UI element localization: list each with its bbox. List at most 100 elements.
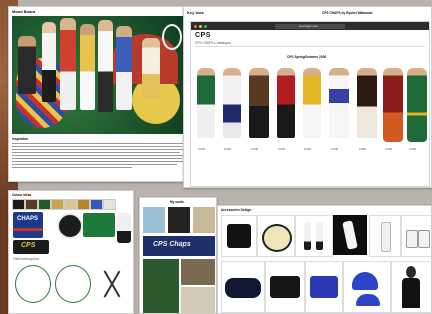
look-caption: LOOK (331, 148, 339, 151)
colour-board-label: Colour ideas (12, 193, 32, 197)
collection-title: CPS Spring/Summer 2026 (287, 55, 327, 59)
bag-tile[interactable] (221, 215, 257, 257)
look-caption: LOOK (359, 148, 367, 151)
look-caption: LOOK (304, 148, 312, 151)
look-caption: LOOK (385, 148, 393, 151)
card-tile[interactable]: CPS Chaps (143, 236, 215, 256)
sock-tile[interactable] (369, 215, 401, 257)
cps-script-text: CPS (21, 242, 36, 249)
key-look-title: Key look (187, 10, 204, 15)
green-board-graphic[interactable] (83, 213, 115, 237)
address-bar[interactable]: cpschaps.com (275, 23, 345, 29)
duffel-tile[interactable] (221, 261, 265, 313)
sock-shape (316, 222, 323, 250)
look-figure[interactable] (277, 68, 295, 138)
racket-cover-shape (262, 224, 292, 252)
look-figure[interactable] (223, 68, 241, 138)
card-tile[interactable] (168, 207, 190, 233)
browser-titlebar: cpschaps.com (191, 22, 429, 30)
look-figure[interactable] (197, 68, 215, 138)
sock-black-tile[interactable] (333, 215, 367, 255)
look-figure[interactable] (357, 68, 377, 138)
chaps-graphic-text: CHAPS (17, 216, 39, 222)
color-swatch[interactable] (12, 199, 25, 210)
look-figure[interactable] (303, 68, 321, 138)
swatch-row (12, 199, 122, 210)
cap-shape (356, 294, 380, 306)
shoes-tile[interactable] (401, 215, 431, 257)
sock-shape (304, 222, 311, 250)
model-tile[interactable] (391, 261, 431, 313)
racket-flat[interactable] (15, 265, 51, 303)
color-swatch[interactable] (38, 199, 51, 210)
color-swatch[interactable] (25, 199, 38, 210)
text-line (12, 149, 184, 151)
look-figure[interactable] (407, 68, 427, 142)
card-tile[interactable] (181, 259, 215, 285)
text-line (12, 164, 177, 166)
text-line (12, 158, 182, 160)
color-swatch[interactable] (90, 199, 103, 210)
shoe-shape (418, 230, 430, 248)
logo-bag-shape (270, 276, 300, 298)
look-figure[interactable] (329, 68, 349, 138)
accessories-label: Accessories Design (221, 208, 252, 212)
tennis-ball-graphic[interactable] (57, 213, 83, 239)
look-figure[interactable] (249, 68, 269, 138)
collage-figure (98, 20, 113, 112)
racket-cover-tile[interactable] (257, 215, 295, 257)
mood-heading: Inspiration (12, 137, 29, 141)
minimize-dot-icon[interactable] (199, 24, 202, 28)
browser-window: cpschaps.com CPS CPS CHAPS ▸ catalogue C… (190, 21, 430, 187)
cap-shape (352, 272, 378, 290)
cps-logo-card-text: CPS Chaps (153, 241, 191, 248)
text-line (12, 167, 132, 169)
jacket-flat[interactable] (117, 213, 131, 243)
chaps-graphic[interactable]: CHAPS (13, 212, 43, 238)
text-line (12, 161, 184, 163)
site-brand-logo[interactable]: CPS (195, 32, 211, 39)
address-text: cpschaps.com (299, 23, 319, 28)
accessories-board: Accessories Design (217, 205, 432, 314)
header-divider (195, 46, 425, 47)
chaps-stripe (13, 228, 43, 231)
look-figure[interactable] (383, 68, 403, 142)
look-caption: LOOK (198, 148, 206, 151)
logo-bag-tile[interactable] (265, 261, 305, 313)
color-swatch[interactable] (51, 199, 64, 210)
shoe-shape (406, 230, 418, 248)
maximize-dot-icon[interactable] (204, 24, 207, 28)
cap-tile[interactable] (343, 261, 391, 313)
card-tile[interactable] (193, 207, 215, 233)
look-caption: LOOK (251, 148, 259, 151)
blue-bag-shape (310, 276, 338, 298)
mood-collage (12, 16, 186, 134)
model-head (406, 266, 416, 278)
text-line (12, 143, 184, 145)
cps-script-graphic[interactable]: CPS (13, 240, 49, 254)
collage-figure (60, 18, 76, 110)
mood-board-label: Mood Board (12, 9, 36, 14)
duffel-shape (225, 278, 261, 298)
sketch-flat[interactable] (95, 267, 129, 301)
racket-flat[interactable] (55, 265, 91, 303)
blue-bag-tile[interactable] (305, 261, 343, 313)
flat-label: Flat/Moodlo/ganoc (13, 257, 40, 261)
card-tile[interactable] (143, 259, 179, 313)
sock-shape (381, 222, 391, 252)
close-dot-icon[interactable] (194, 24, 197, 28)
model-body (402, 278, 420, 308)
card-tile[interactable] (143, 207, 165, 233)
bag-shape (227, 224, 251, 248)
collage-figure (42, 22, 56, 102)
text-line (12, 155, 184, 157)
color-swatch[interactable] (103, 199, 116, 210)
collage-racket (162, 24, 182, 50)
collage-figure (116, 26, 132, 110)
card-tile[interactable] (181, 287, 215, 313)
color-swatch[interactable] (77, 199, 90, 210)
key-look-board: Key look CPS CHAPS by Ryuhei Watanabe cp… (183, 6, 432, 188)
socks-tile[interactable] (295, 215, 333, 257)
color-swatch[interactable] (64, 199, 77, 210)
prints-board-label: My cards (170, 200, 184, 204)
